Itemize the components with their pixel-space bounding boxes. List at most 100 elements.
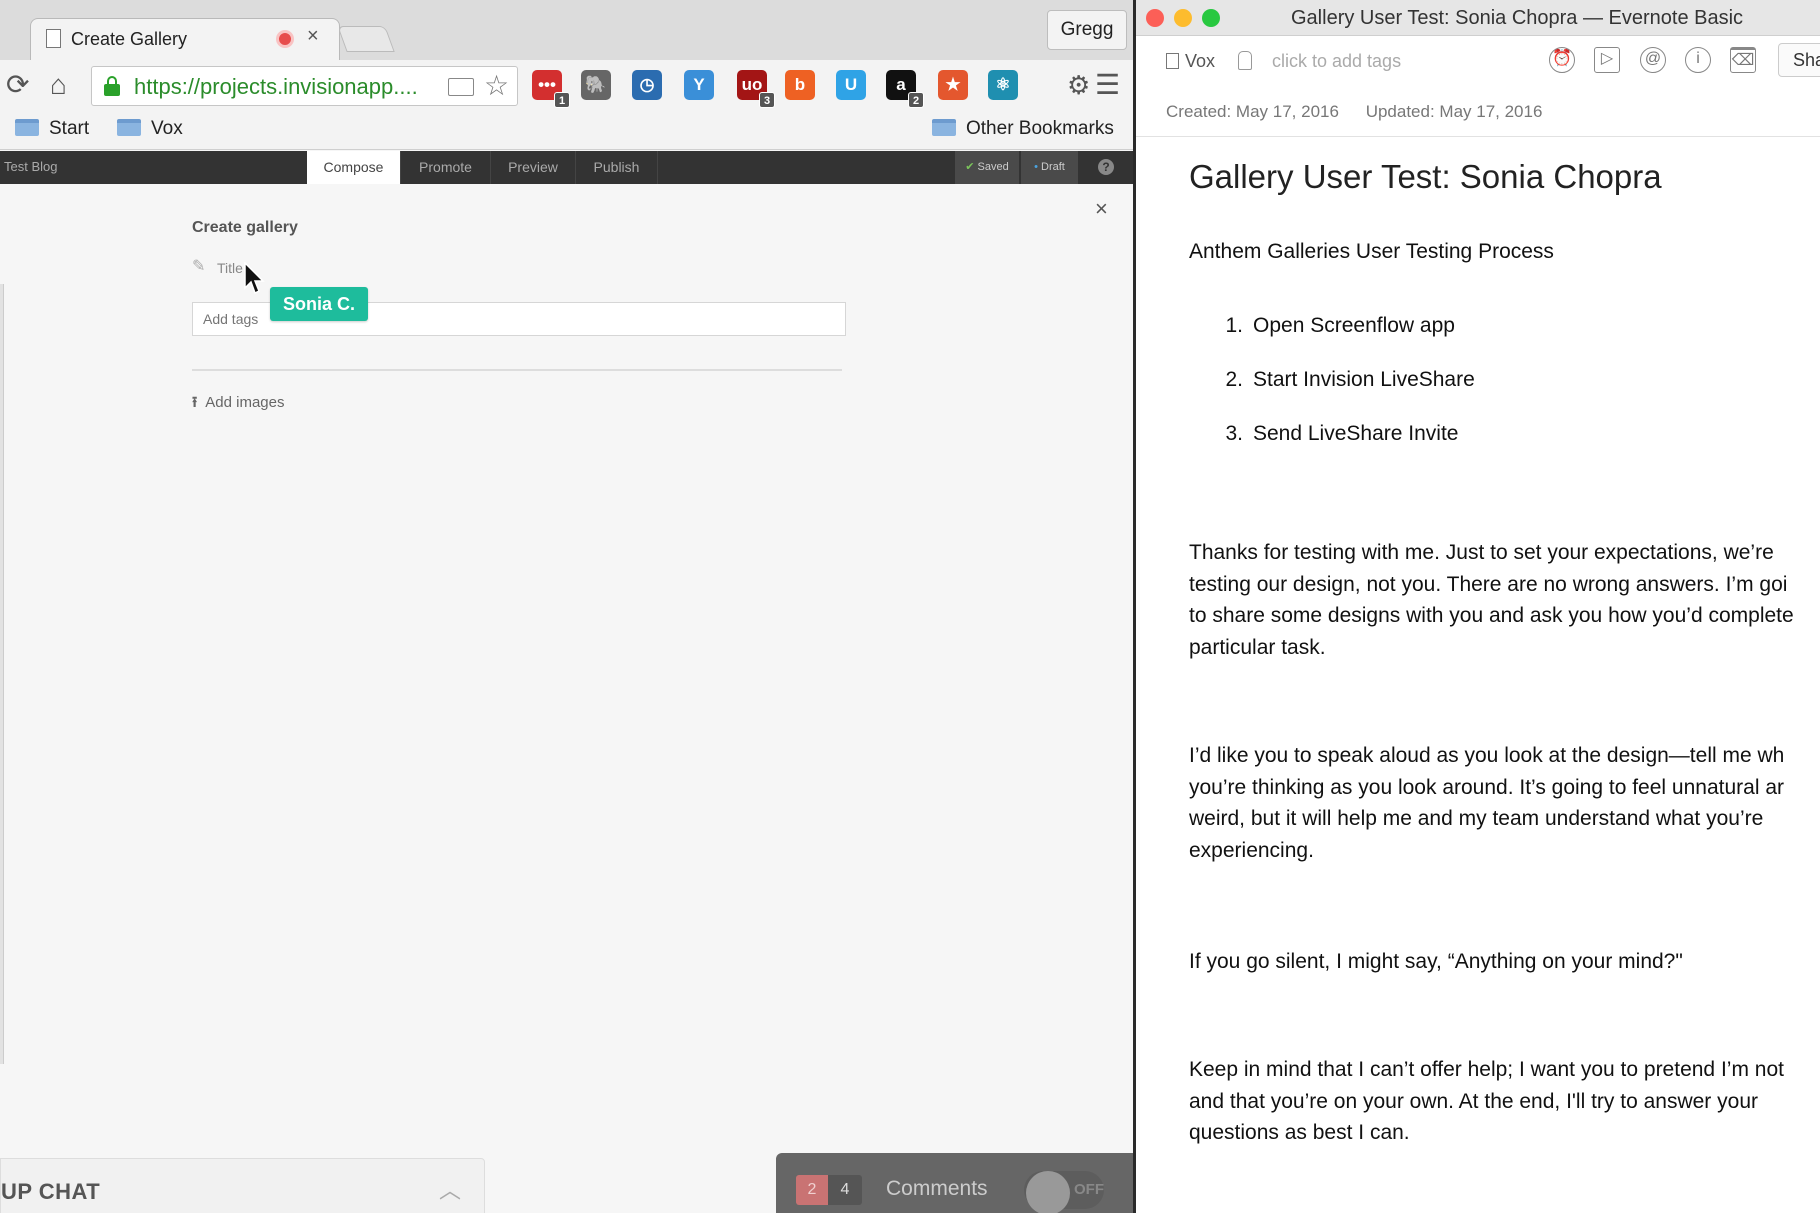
tab-promote[interactable]: Promote xyxy=(401,151,491,184)
comments-count[interactable]: 2 4 xyxy=(796,1175,862,1205)
reload-icon[interactable]: ⟳ xyxy=(6,68,29,102)
yoast-icon[interactable]: Y xyxy=(684,70,714,100)
tab-close-icon[interactable]: × xyxy=(307,25,319,48)
draft-status[interactable]: • Draft xyxy=(1021,151,1078,184)
unread-count: 2 xyxy=(796,1175,828,1205)
add-images-label: Add images xyxy=(205,394,285,411)
close-icon[interactable]: × xyxy=(1095,196,1108,222)
chevron-up-icon[interactable]: ︿ xyxy=(439,1173,461,1205)
extension-glyph: ★ xyxy=(945,75,961,94)
bookmark-star-icon[interactable]: ☆ xyxy=(484,69,509,102)
comments-label[interactable]: Comments xyxy=(886,1177,988,1201)
share-button[interactable]: Sha xyxy=(1778,43,1820,77)
work-chat-icon[interactable]: @ xyxy=(1640,47,1666,73)
upload-icon: ⭱ xyxy=(192,394,198,411)
lastpass-icon[interactable]: ••• 1 xyxy=(532,70,570,108)
home-icon[interactable]: ⌂ xyxy=(50,68,67,102)
browser-tab[interactable]: Create Gallery × xyxy=(30,18,340,60)
bookmark-ext-icon[interactable]: ★ xyxy=(938,70,968,100)
add-images-button[interactable]: ⭱ Add images xyxy=(192,392,284,417)
recording-indicator-icon xyxy=(276,30,294,48)
new-tab-button[interactable] xyxy=(337,26,395,52)
notebook-selector[interactable]: Vox xyxy=(1166,51,1215,72)
extension-glyph: ••• xyxy=(538,75,556,94)
tag-icon xyxy=(1238,51,1252,70)
toggle-knob xyxy=(1026,1171,1070,1213)
pencil-icon: ✎ xyxy=(192,258,206,275)
camera-icon[interactable] xyxy=(448,78,474,96)
tab-compose[interactable]: Compose xyxy=(307,151,401,184)
bookmark-label: Start xyxy=(49,118,90,139)
tab-publish[interactable]: Publish xyxy=(576,151,658,184)
step-text: Send LiveShare Invite xyxy=(1253,422,1459,445)
url-text: https://projects.invisionapp.... xyxy=(134,74,418,99)
info-icon[interactable]: i xyxy=(1685,47,1711,73)
close-window-button[interactable] xyxy=(1146,9,1164,27)
compose-area: Create gallery × ✎ Title Sonia C. ⭱ Add i… xyxy=(0,184,1133,1213)
notebook-label: Vox xyxy=(1185,51,1216,71)
bookmark-other[interactable]: Other Bookmarks xyxy=(932,118,1114,140)
extension-badge: 1 xyxy=(554,92,570,108)
presentation-icon[interactable]: ▷ xyxy=(1594,47,1620,73)
paragraph-line: Thanks for testing with me. Just to set … xyxy=(1189,541,1774,564)
bookmark-label: Vox xyxy=(151,118,183,139)
note-title[interactable]: Gallery User Test: Sonia Chopra xyxy=(1189,158,1662,196)
bookmark-start[interactable]: Start xyxy=(15,118,89,140)
amazon-icon[interactable]: a2 xyxy=(886,70,924,108)
left-panel-edge xyxy=(0,284,4,1064)
bitly-icon[interactable]: b xyxy=(785,70,815,100)
u-ext-icon[interactable]: U xyxy=(836,70,866,100)
reminder-alarm-icon[interactable]: ⏰ xyxy=(1549,47,1575,73)
bookmarks-bar: Start Vox Other Bookmarks xyxy=(0,112,1133,150)
step-text: Open Screenflow app xyxy=(1253,314,1455,337)
zoom-window-button[interactable] xyxy=(1202,9,1220,27)
note-subtitle: Anthem Galleries User Testing Process xyxy=(1189,240,1554,263)
paragraph-line: to share some designs with you and ask y… xyxy=(1189,604,1794,627)
section-divider xyxy=(192,369,842,371)
settings-gear-icon[interactable]: ⚙ xyxy=(1067,68,1090,102)
comments-toggle[interactable]: OFF xyxy=(1024,1171,1104,1213)
title-bar: Gallery User Test: Sonia Chopra — Everno… xyxy=(1136,0,1820,36)
lock-icon xyxy=(104,76,120,96)
extension-glyph: uo xyxy=(741,75,763,94)
paragraph-line: particular task. xyxy=(1189,635,1326,659)
bookmark-vox[interactable]: Vox xyxy=(117,118,183,140)
notebook-icon xyxy=(1166,53,1179,69)
paragraph-line: testing our design, not you. There are n… xyxy=(1189,572,1788,596)
paragraph-think-aloud: I’d like you to speak aloud as you look … xyxy=(1189,740,1820,866)
molecule-icon[interactable]: ⚛ xyxy=(988,70,1018,100)
note-dates: Created: May 17, 2016 Updated: May 17, 2… xyxy=(1166,102,1542,122)
group-chat-panel[interactable]: UP CHAT ︿ xyxy=(0,1158,485,1213)
minimize-window-button[interactable] xyxy=(1174,9,1192,27)
clock-icon[interactable]: ◷ xyxy=(632,70,662,100)
extension-badge: 3 xyxy=(759,92,775,108)
paragraph-silent: If you go silent, I might say, “Anything… xyxy=(1189,946,1820,978)
blog-name[interactable]: Test Blog xyxy=(4,159,57,174)
title-field[interactable]: Title xyxy=(217,260,243,276)
paragraph-line: I’d like you to speak aloud as you look … xyxy=(1189,744,1785,767)
address-bar[interactable]: https://projects.invisionapp.... ☆ xyxy=(91,66,518,106)
tab-preview[interactable]: Preview xyxy=(491,151,576,184)
folder-icon xyxy=(117,119,141,136)
browser-tab-title: Create Gallery xyxy=(71,29,188,49)
comments-bar: 2 4 Comments OFF xyxy=(776,1153,1133,1213)
paragraph-line: you’re thinking as you look around. It’s… xyxy=(1189,775,1784,799)
evernote-icon[interactable]: 🐘 xyxy=(581,70,611,100)
menu-icon[interactable]: ☰ xyxy=(1095,68,1120,102)
profile-button[interactable]: Gregg xyxy=(1047,10,1127,50)
extension-glyph: Y xyxy=(693,75,705,94)
window-title: Gallery User Test: Sonia Chopra — Everno… xyxy=(1291,7,1744,29)
help-icon[interactable]: ? xyxy=(1098,159,1114,175)
extension-glyph: a xyxy=(896,75,906,94)
paragraph-line: weird, but it will help me and my team u… xyxy=(1189,807,1764,830)
trash-icon[interactable]: ⌫ xyxy=(1730,47,1756,73)
add-tags-field[interactable]: click to add tags xyxy=(1272,51,1401,72)
note-toolbar: Vox click to add tags ⏰ ▷ @ i ⌫ Sha Crea… xyxy=(1136,37,1820,137)
paragraph-line: experiencing. xyxy=(1189,838,1314,862)
draft-label: Draft xyxy=(1041,161,1065,173)
collaborator-cursor-label: Sonia C. xyxy=(270,287,369,321)
ublock-icon[interactable]: uo 3 xyxy=(737,70,775,108)
paragraph-expectations: Thanks for testing with me. Just to set … xyxy=(1189,537,1820,663)
total-count: 4 xyxy=(828,1175,862,1205)
tab-strip: Create Gallery × Gregg xyxy=(0,0,1133,60)
